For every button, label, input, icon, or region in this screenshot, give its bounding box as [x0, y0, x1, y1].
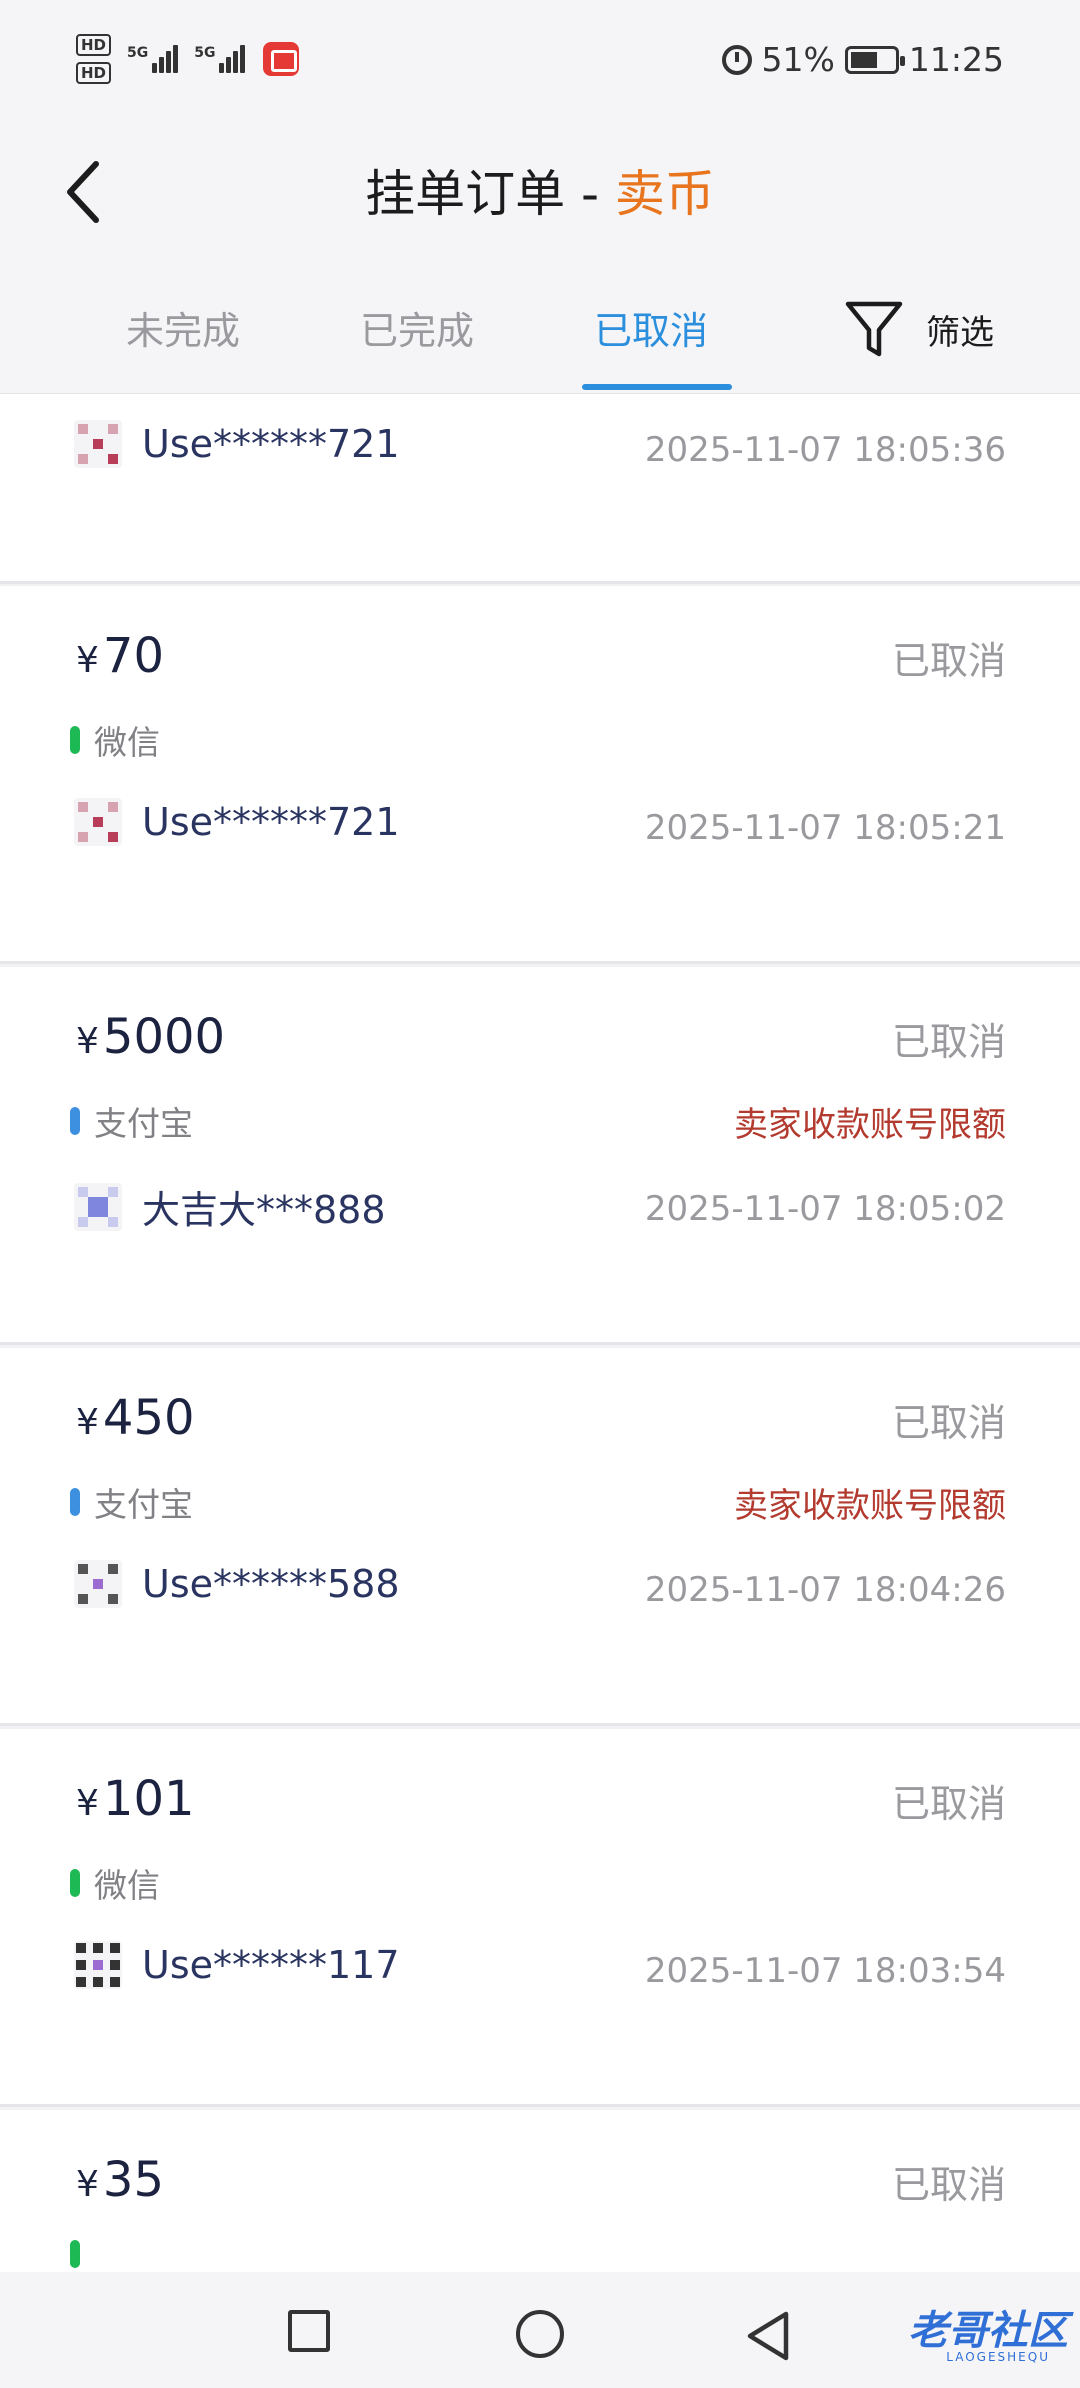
- order-time: 2025-11-07 18:03:54: [644, 1951, 1006, 1991]
- order-status: 已取消: [891, 1401, 1006, 1445]
- currency-symbol: ¥: [76, 1021, 99, 1062]
- order-time: 2025-11-07 18:05:36: [644, 430, 1006, 470]
- payment-method-label: 微信: [94, 723, 160, 762]
- tab-incomplete[interactable]: 未完成: [126, 300, 240, 355]
- username: Use******588: [142, 1562, 400, 1606]
- watermark-subtext: LAOGESHEQU: [946, 2350, 1050, 2364]
- page-title-accent: 卖币: [614, 165, 715, 223]
- status-right: 51% 11:25: [721, 40, 1004, 79]
- watermark-logo: 老哥社区: [908, 2308, 1068, 2354]
- wechat-indicator: [70, 2240, 80, 2268]
- order-amount: ¥ 35: [76, 2152, 164, 2208]
- order-card[interactable]: ¥ 5000 已取消 支付宝 卖家收款账号限额 大吉大***888 2025-1…: [0, 967, 1080, 1345]
- username: Use******117: [142, 1943, 400, 1987]
- username: 大吉大***888: [142, 1188, 386, 1232]
- cancel-reason: 卖家收款账号限额: [734, 1105, 1006, 1145]
- order-card[interactable]: ¥ 101 已取消 微信 Use******117 2025-11-07 18:…: [0, 1729, 1080, 2107]
- username: Use******721: [142, 422, 400, 466]
- order-user: Use******117: [74, 1941, 400, 1989]
- order-card[interactable]: ¥ 450 已取消 支付宝 卖家收款账号限额 Use******588 2025…: [0, 1348, 1080, 1726]
- currency-symbol: ¥: [76, 640, 99, 681]
- currency-symbol: ¥: [76, 2164, 99, 2205]
- signal-icon: 5G: [194, 45, 246, 73]
- user-avatar: [74, 1560, 122, 1608]
- tab-cancelled[interactable]: 已取消: [594, 300, 708, 355]
- clock: 11:25: [908, 40, 1004, 79]
- order-time: 2025-11-07 18:05:21: [644, 808, 1006, 848]
- order-status: 已取消: [891, 1782, 1006, 1826]
- order-time: 2025-11-07 18:04:26: [644, 1570, 1006, 1610]
- order-status: 已取消: [891, 1020, 1006, 1064]
- order-user: Use******721: [74, 798, 400, 846]
- order-card[interactable]: 微信 Use******721 2025-11-07 18:05:36: [0, 394, 1080, 584]
- cancel-reason: 卖家收款账号限额: [734, 1486, 1006, 1526]
- funnel-icon: [845, 301, 903, 357]
- page-header: 挂单订单 - 卖币: [0, 128, 1080, 258]
- system-back-button[interactable]: [744, 2310, 792, 2366]
- user-avatar: [74, 798, 122, 846]
- order-status: 已取消: [891, 2163, 1006, 2207]
- order-amount: ¥ 450: [76, 1390, 195, 1446]
- wechat-indicator: [70, 726, 80, 754]
- tab-completed[interactable]: 已完成: [360, 300, 474, 355]
- order-status: 已取消: [891, 639, 1006, 683]
- battery-percent: 51%: [761, 40, 835, 79]
- tab-bar: 未完成 已完成 已取消 筛选: [0, 258, 1080, 394]
- status-left: HD HD 5G 5G: [76, 34, 300, 84]
- network-type-label: 5G: [127, 45, 149, 61]
- payment-method: [70, 2240, 80, 2268]
- payment-method-label: 支付宝: [94, 1485, 193, 1524]
- amount-value: 70: [102, 628, 164, 684]
- payment-method-label: 支付宝: [94, 1104, 193, 1143]
- amount-value: 35: [102, 2152, 164, 2208]
- page-title: 挂单订单 - 卖币: [0, 154, 1080, 226]
- order-list[interactable]: 微信 Use******721 2025-11-07 18:05:36 ¥ 70…: [0, 394, 1080, 2272]
- currency-symbol: ¥: [76, 1402, 99, 1443]
- hd-indicators: HD HD: [76, 34, 112, 84]
- wechat-indicator: [70, 1869, 80, 1897]
- payment-method: 微信: [70, 716, 160, 764]
- filter-button[interactable]: 筛选: [844, 298, 994, 360]
- network-type-label: 5G: [194, 45, 216, 61]
- order-card[interactable]: ¥ 70 已取消 微信 Use******721 2025-11-07 18:0…: [0, 586, 1080, 964]
- filter-label: 筛选: [926, 312, 994, 353]
- order-user: 大吉大***888: [74, 1179, 386, 1234]
- page-title-main: 挂单订单 -: [365, 165, 615, 223]
- user-avatar: [74, 420, 122, 468]
- recents-button[interactable]: [288, 2310, 330, 2352]
- alipay-indicator: [70, 1107, 80, 1135]
- order-amount: ¥ 5000: [76, 1009, 225, 1065]
- username: Use******721: [142, 800, 400, 844]
- order-amount: ¥ 70: [76, 628, 164, 684]
- triangle-back-icon: [747, 2311, 789, 2361]
- battery-icon: [844, 45, 905, 74]
- payment-method-label: 微信: [94, 1866, 160, 1905]
- hd-icon: HD: [76, 34, 112, 56]
- user-avatar: [74, 1182, 122, 1231]
- payment-method: 微信: [70, 1859, 160, 1907]
- order-user: Use******721: [74, 420, 400, 468]
- signal-icon: 5G: [127, 45, 179, 73]
- order-user: Use******588: [74, 1560, 400, 1608]
- order-time: 2025-11-07 18:05:02: [644, 1189, 1006, 1229]
- amount-value: 5000: [102, 1009, 226, 1065]
- hd-icon: HD: [76, 62, 112, 84]
- active-tab-indicator: [582, 384, 732, 390]
- amount-value: 450: [102, 1390, 195, 1446]
- status-bar: HD HD 5G 5G 51% 11:25: [0, 0, 1080, 128]
- alipay-indicator: [70, 1488, 80, 1516]
- notification-app-icon: [263, 42, 300, 76]
- currency-symbol: ¥: [76, 1783, 99, 1824]
- amount-value: 101: [102, 1771, 195, 1827]
- order-amount: ¥ 101: [76, 1771, 195, 1827]
- home-button[interactable]: [516, 2310, 564, 2358]
- system-nav-bar: 老哥社区 LAOGESHEQU: [0, 2272, 1080, 2388]
- user-avatar: [74, 1941, 122, 1989]
- alarm-icon: [721, 44, 752, 75]
- order-card[interactable]: ¥ 35 已取消: [0, 2110, 1080, 2272]
- payment-method: 支付宝: [70, 1478, 193, 1526]
- payment-method: 支付宝: [70, 1097, 193, 1145]
